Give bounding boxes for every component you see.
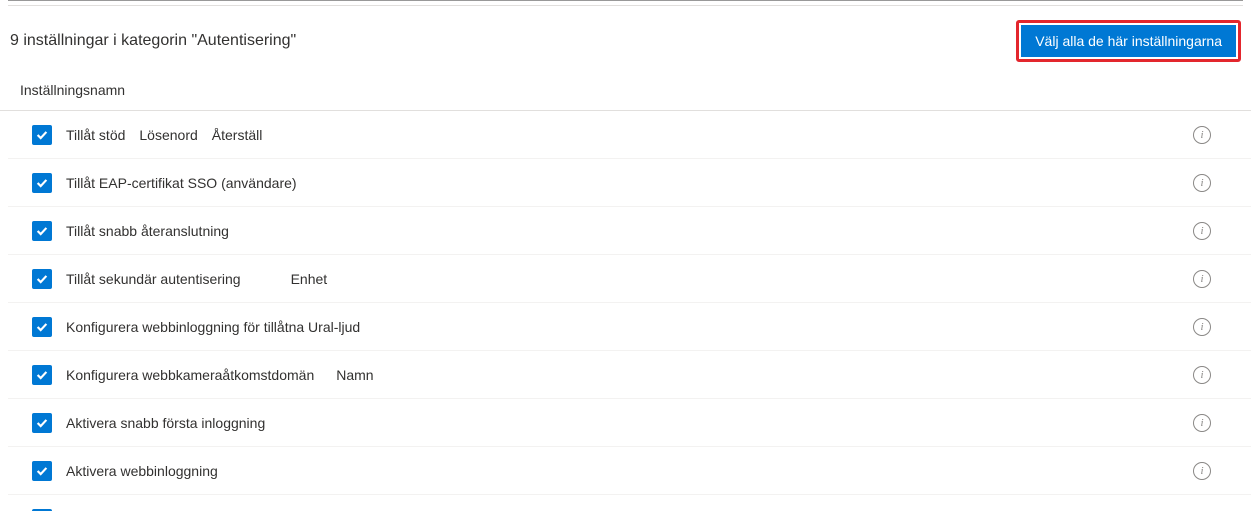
list-item: Aktivera snabb första inloggning i [8,399,1251,447]
info-icon[interactable]: i [1193,270,1211,288]
check-icon [35,128,49,142]
checkbox[interactable] [32,413,52,433]
row-extra: Enhet [291,271,328,287]
check-icon [35,176,49,190]
checkbox[interactable] [32,461,52,481]
row-label: Konfigurera webbkameraåtkomstdomän [66,367,314,383]
info-icon[interactable]: i [1193,318,1211,336]
list-item: Tillåt EAP-certifikat SSO (användare) i [8,159,1251,207]
settings-title-rest: inställningar i kategorin "Autentisering… [19,32,296,49]
checkbox[interactable] [32,173,52,193]
check-icon [35,320,49,334]
row-label: Aktivera webbinloggning [66,463,218,479]
checkbox[interactable] [32,365,52,385]
info-icon[interactable]: i [1193,222,1211,240]
column-header-name: Inställningsnamn [0,72,1251,111]
list-item: Tillåt snabb återanslutning i [8,207,1251,255]
list-item [8,495,1251,511]
checkbox[interactable] [32,509,52,511]
header: 9 inställningar i kategorin "Autentiseri… [0,6,1251,72]
list-item: Tillåt sekundär autentisering Enhet i [8,255,1251,303]
list-item: Aktivera webbinloggning i [8,447,1251,495]
check-icon [35,416,49,430]
info-icon[interactable]: i [1193,126,1211,144]
row-label: Tillåt stöd [66,127,125,143]
info-icon[interactable]: i [1193,174,1211,192]
select-all-highlight: Välj alla de här inställningarna [1016,20,1241,62]
checkbox[interactable] [32,125,52,145]
row-label: Tillåt sekundär autentisering [66,271,241,287]
checkbox[interactable] [32,317,52,337]
row-label: Aktivera snabb första inloggning [66,415,265,431]
info-icon[interactable]: i [1193,414,1211,432]
list-item: Tillåt stöd Lösenord Återställ i [8,111,1251,159]
row-extra: Namn [336,367,373,383]
checkbox[interactable] [32,221,52,241]
row-label: Tillåt snabb återanslutning [66,223,229,239]
row-extra: Återställ [212,127,263,143]
row-extra: Lösenord [139,127,197,143]
list-item: Konfigurera webbkameraåtkomstdomän Namn … [8,351,1251,399]
page-title: 9 inställningar i kategorin "Autentiseri… [10,32,296,50]
info-icon[interactable]: i [1193,366,1211,384]
checkbox[interactable] [32,269,52,289]
settings-list[interactable]: Tillåt stöd Lösenord Återställ i Tillåt … [8,111,1251,511]
check-icon [35,272,49,286]
check-icon [35,224,49,238]
row-label: Tillåt EAP-certifikat SSO (användare) [66,175,297,191]
check-icon [35,368,49,382]
settings-count: 9 [10,32,19,49]
info-icon[interactable]: i [1193,462,1211,480]
list-item: Konfigurera webbinloggning för tillåtna … [8,303,1251,351]
row-label: Konfigurera webbinloggning för tillåtna … [66,319,360,335]
select-all-button[interactable]: Välj alla de här inställningarna [1021,25,1236,57]
check-icon [35,464,49,478]
